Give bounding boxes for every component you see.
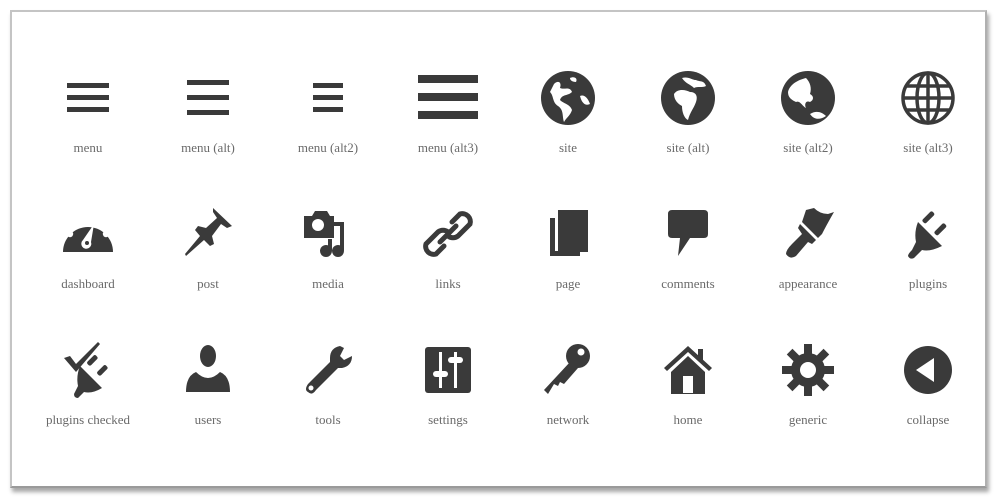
icon-tile-dashboard[interactable]: dashboard [28,206,148,316]
house-icon [660,342,716,398]
key-icon [540,342,596,398]
paintbrush-icon [780,206,836,262]
icon-tile-tools[interactable]: tools [268,342,388,452]
icon-tile-settings[interactable]: settings [388,342,508,452]
icon-label: tools [315,412,341,427]
icon-tile-users[interactable]: users [148,342,268,452]
icon-label: post [197,276,219,291]
pushpin-icon [180,206,236,262]
icon-tile-site-alt2[interactable]: site (alt2) [748,70,868,180]
icon-label: comments [661,276,715,291]
chain-link-icon [420,206,476,262]
menu-icon [60,70,116,126]
menu-alt2-icon [300,70,356,126]
plug-icon [900,206,956,262]
icon-label: home [673,412,703,427]
icon-tile-media[interactable]: media [268,206,388,316]
icon-label: site (alt2) [783,140,833,155]
icon-label: users [194,412,222,427]
collapse-arrow-icon [900,342,956,398]
camera-music-icon [300,206,356,262]
icon-label: site (alt) [666,140,710,155]
pages-icon [540,206,596,262]
icon-tile-network[interactable]: network [508,342,628,452]
icon-tile-plugins-checked[interactable]: plugins checked [28,342,148,452]
dashboard-gauge-icon [60,206,116,262]
menu-alt-icon [180,70,236,126]
icon-grid: menu menu (alt) menu (alt2) menu (alt3) … [0,0,1000,500]
icon-tile-menu-alt[interactable]: menu (alt) [148,70,268,180]
icon-tile-plugins[interactable]: plugins [868,206,988,316]
icon-tile-site-alt3[interactable]: site (alt3) [868,70,988,180]
icon-tile-page[interactable]: page [508,206,628,316]
icon-tile-home[interactable]: home [628,342,748,452]
icon-tile-menu-alt2[interactable]: menu (alt2) [268,70,388,180]
icon-tile-links[interactable]: links [388,206,508,316]
icon-label: site (alt3) [903,140,953,155]
icon-tile-site-alt[interactable]: site (alt) [628,70,748,180]
icon-label: settings [428,412,468,427]
icon-label: media [312,276,344,291]
icon-tile-menu-alt3[interactable]: menu (alt3) [388,70,508,180]
icon-label: collapse [906,412,950,427]
gear-icon [780,342,836,398]
icon-label: menu (alt) [181,140,235,155]
icon-label: menu [73,140,103,155]
icon-label: network [546,412,590,427]
globe-africa-icon [660,70,716,126]
icon-tile-collapse[interactable]: collapse [868,342,988,452]
icon-tile-comments[interactable]: comments [628,206,748,316]
icon-label: links [435,276,461,291]
wrench-icon [300,342,356,398]
user-icon [180,342,236,398]
menu-alt3-icon [408,70,488,126]
globe-asia-icon [780,70,836,126]
globe-americas-icon [540,70,596,126]
speech-bubble-icon [660,206,716,262]
icon-label: plugins checked [45,412,131,427]
icon-tile-post[interactable]: post [148,206,268,316]
icon-label: plugins [908,276,948,291]
icon-tile-generic[interactable]: generic [748,342,868,452]
icon-label: menu (alt2) [297,140,359,155]
icon-label: menu (alt3) [417,140,479,155]
icon-label: site [558,140,578,155]
plug-checked-icon [60,342,116,398]
icon-label: appearance [778,276,838,291]
sliders-icon [420,342,476,398]
icon-label: page [555,276,581,291]
globe-grid-icon [900,70,956,126]
icon-label: dashboard [61,276,115,291]
icon-tile-appearance[interactable]: appearance [748,206,868,316]
icon-tile-site[interactable]: site [508,70,628,180]
icon-tile-menu[interactable]: menu [28,70,148,180]
icon-label: generic [788,412,828,427]
